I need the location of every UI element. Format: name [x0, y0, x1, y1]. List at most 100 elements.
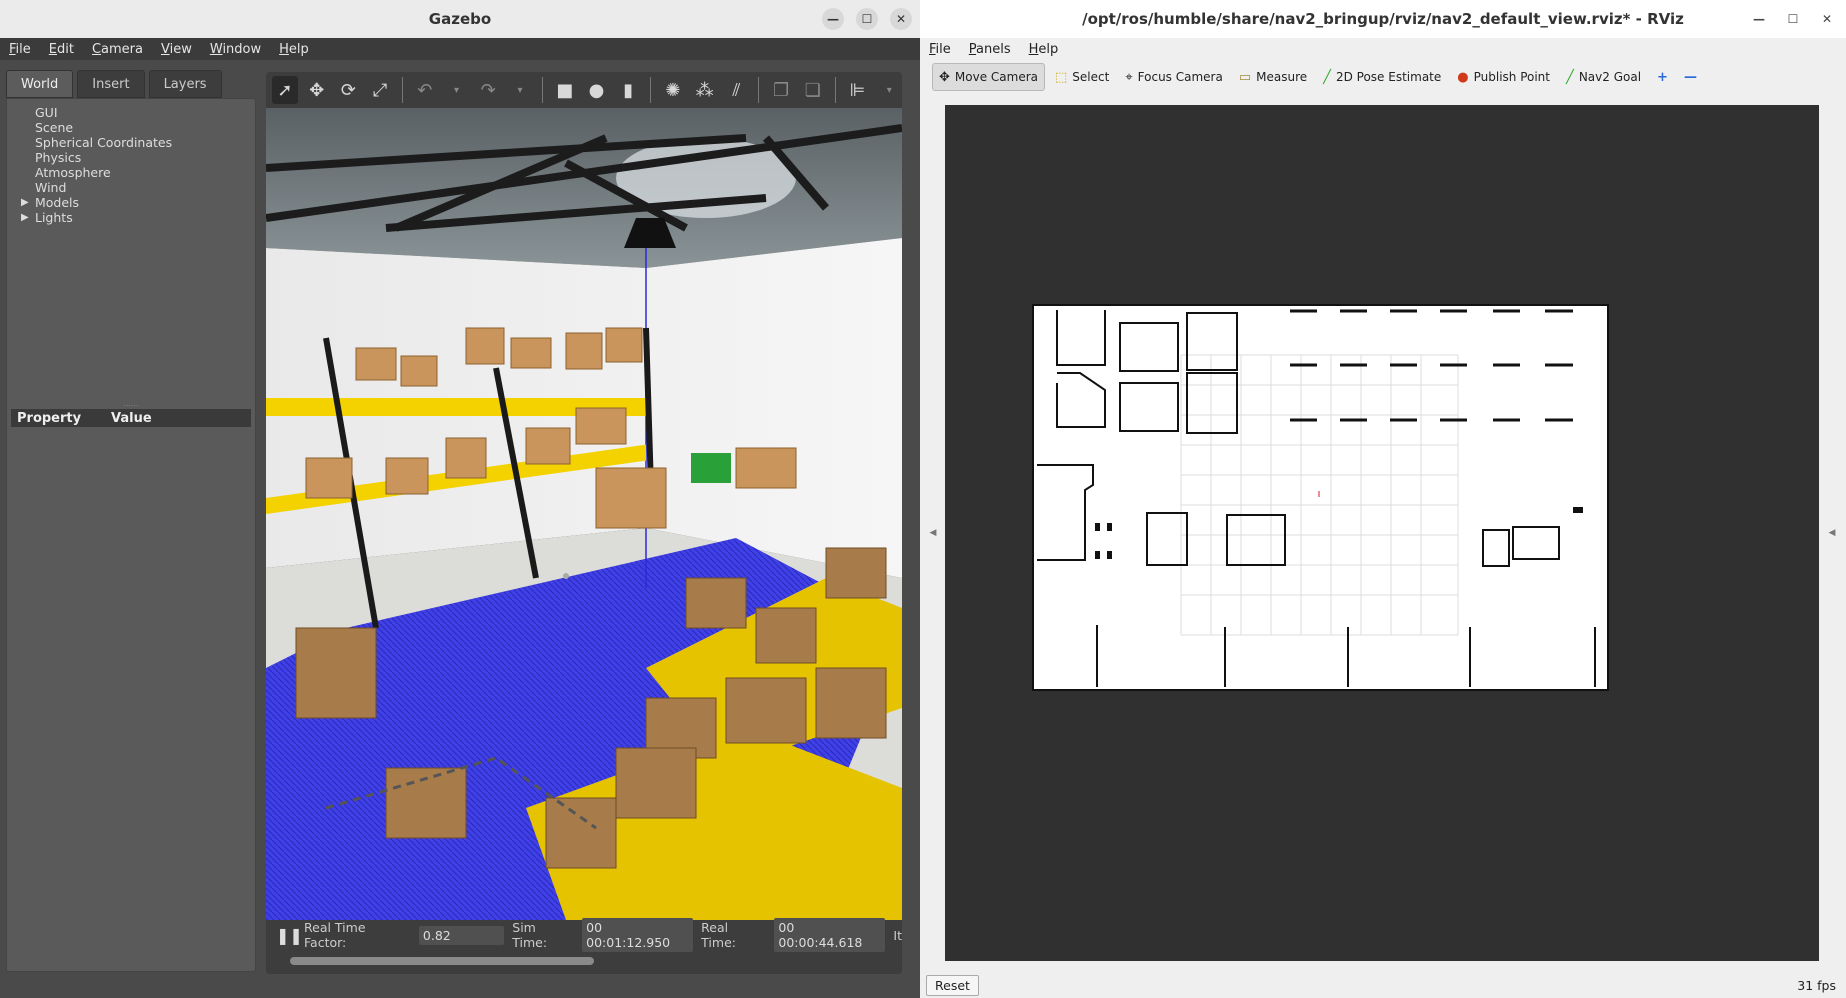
select-icon: ⬚ — [1055, 69, 1068, 85]
tool-label: Nav2 Goal — [1578, 70, 1642, 84]
menu-view[interactable]: View — [152, 42, 201, 57]
tool-measure[interactable]: ▭ Measure — [1233, 63, 1313, 91]
nav2-goal-icon: ╱ — [1566, 69, 1574, 85]
pause-icon[interactable]: ❚❚ — [276, 926, 303, 945]
tool-label: Move Camera — [954, 70, 1038, 84]
gazebo-statusbar: ❚❚ Real Time Factor: 0.82 Sim Time: 00 0… — [266, 918, 902, 974]
rtf-label: Real Time Factor: — [304, 920, 366, 950]
horizontal-scrollbar[interactable] — [290, 957, 594, 965]
gazebo-viewport-container: ➚ ✥ ⟳ ⤢ ↶ ▾ ↷ ▾ ■ ● ▮ ✺ ⁂ ⫽ ❐ ❏ ⊫ ▾ ❚❚ R… — [266, 72, 902, 974]
left-dock-toggle[interactable]: ◀ — [923, 105, 943, 961]
translate-mode-icon[interactable]: ✥ — [304, 76, 330, 104]
rviz-menubar: File Panels Help — [920, 38, 1846, 60]
sphere-shape-icon[interactable]: ● — [584, 76, 610, 104]
rviz-render-view[interactable] — [945, 105, 1819, 961]
spot-light-icon[interactable]: ⁂ — [692, 76, 718, 104]
menu-file[interactable]: File — [920, 42, 960, 57]
minimize-icon[interactable]: — — [822, 8, 844, 30]
menu-edit[interactable]: Edit — [40, 42, 83, 57]
right-dock-toggle[interactable]: ◀ — [1822, 105, 1842, 961]
property-column-header: Property — [17, 410, 82, 426]
tree-item-gui[interactable]: GUI — [35, 105, 255, 120]
tree-item-spherical-coordinates[interactable]: Spherical Coordinates — [35, 135, 255, 150]
sim-time-value: 00 00:01:12.950 — [582, 918, 694, 952]
tool-publish-point[interactable]: ● Publish Point — [1451, 63, 1556, 91]
tree-item-lights[interactable]: Lights — [21, 210, 255, 225]
add-tool-button[interactable]: + — [1651, 63, 1674, 91]
sim-time-label: Sim Time: — [512, 920, 548, 950]
gazebo-toolbar: ➚ ✥ ⟳ ⤢ ↶ ▾ ↷ ▾ ■ ● ▮ ✺ ⁂ ⫽ ❐ ❏ ⊫ ▾ — [266, 72, 902, 108]
rotate-mode-icon[interactable]: ⟳ — [336, 76, 362, 104]
minimize-icon[interactable]: — — [1748, 8, 1770, 30]
property-header: Property Value — [11, 409, 251, 427]
remove-tool-button[interactable]: — — [1678, 63, 1703, 91]
tree-item-wind[interactable]: Wind — [35, 180, 255, 195]
maximize-icon[interactable]: ☐ — [1782, 8, 1804, 30]
gazebo-title: Gazebo — [428, 10, 492, 28]
cylinder-shape-icon[interactable]: ▮ — [615, 76, 641, 104]
tool-label: Select — [1072, 70, 1110, 84]
real-time-label: Real Time: — [701, 920, 736, 950]
undo-icon[interactable]: ↶ — [412, 76, 438, 104]
point-light-icon[interactable]: ✺ — [660, 76, 686, 104]
tree-item-scene[interactable]: Scene — [35, 120, 255, 135]
menu-file[interactable]: File — [0, 42, 40, 57]
tab-insert[interactable]: Insert — [77, 70, 145, 98]
align-icon[interactable]: ⊫ — [845, 76, 871, 104]
tab-world[interactable]: World — [6, 70, 74, 98]
tool-2d-pose-estimate[interactable]: ╱ 2D Pose Estimate — [1317, 63, 1447, 91]
tab-layers[interactable]: Layers — [148, 70, 222, 98]
world-tree: GUI Scene Spherical Coordinates Physics … — [7, 99, 255, 225]
tree-item-physics[interactable]: Physics — [35, 150, 255, 165]
rviz-bottom-bar: Reset 31 fps — [920, 972, 1846, 998]
gazebo-menubar: File Edit Camera View Window Help — [0, 38, 920, 60]
maximize-icon[interactable]: ☐ — [856, 8, 878, 30]
rviz-toolbar: ✥ Move Camera ⬚ Select ⌖ Focus Camera ▭ … — [920, 60, 1846, 94]
tree-item-atmosphere[interactable]: Atmosphere — [35, 165, 255, 180]
snap-dropdown-icon[interactable]: ▾ — [876, 76, 902, 104]
move-camera-icon: ✥ — [939, 69, 950, 85]
tree-item-models[interactable]: Models — [21, 195, 255, 210]
gazebo-left-panel: World Insert Layers GUI Scene Spherical … — [6, 70, 256, 972]
select-mode-icon[interactable]: ➚ — [272, 76, 298, 104]
rviz-title: /opt/ros/humble/share/nav2_bringup/rviz/… — [1082, 10, 1684, 28]
box-shape-icon[interactable]: ■ — [552, 76, 578, 104]
splitter-handle[interactable]: ...... — [7, 399, 255, 408]
tool-select[interactable]: ⬚ Select — [1049, 63, 1115, 91]
tool-label: Publish Point — [1473, 70, 1550, 84]
fps-counter: 31 fps — [1797, 977, 1836, 993]
menu-panels[interactable]: Panels — [960, 42, 1020, 57]
iterations-label: It — [893, 927, 902, 943]
scale-mode-icon[interactable]: ⤢ — [367, 76, 393, 104]
menu-help[interactable]: Help — [1020, 42, 1068, 57]
value-column-header: Value — [111, 410, 152, 426]
undo-dropdown-icon[interactable]: ▾ — [444, 76, 470, 104]
menu-camera[interactable]: Camera — [83, 42, 152, 57]
redo-dropdown-icon[interactable]: ▾ — [507, 76, 533, 104]
world-panel: GUI Scene Spherical Coordinates Physics … — [6, 98, 256, 972]
publish-point-icon: ● — [1457, 69, 1469, 85]
close-icon[interactable]: ✕ — [1816, 8, 1838, 30]
measure-icon: ▭ — [1238, 69, 1252, 85]
menu-window[interactable]: Window — [201, 42, 270, 57]
tool-nav2-goal[interactable]: ╱ Nav2 Goal — [1560, 63, 1647, 91]
copy-icon[interactable]: ❐ — [768, 76, 794, 104]
real-time-value: 00 00:00:44.618 — [774, 918, 886, 952]
menu-help[interactable]: Help — [270, 42, 318, 57]
plus-icon: + — [1657, 69, 1668, 85]
tool-label: Measure — [1256, 70, 1308, 84]
pose-estimate-icon: ╱ — [1323, 69, 1331, 85]
redo-icon[interactable]: ↷ — [475, 76, 501, 104]
paste-icon[interactable]: ❏ — [800, 76, 826, 104]
gazebo-window: Gazebo — ☐ ✕ File Edit Camera View Windo… — [0, 0, 920, 998]
rviz-titlebar: /opt/ros/humble/share/nav2_bringup/rviz/… — [920, 0, 1846, 38]
directional-light-icon[interactable]: ⫽ — [724, 76, 750, 104]
rtf-value: 0.82 — [418, 925, 505, 945]
close-icon[interactable]: ✕ — [890, 8, 912, 30]
tool-focus-camera[interactable]: ⌖ Focus Camera — [1119, 63, 1229, 91]
tool-move-camera[interactable]: ✥ Move Camera — [932, 63, 1045, 91]
minus-icon: — — [1683, 69, 1697, 85]
gazebo-3d-scene[interactable] — [266, 108, 902, 920]
gazebo-tabs: World Insert Layers — [6, 70, 256, 98]
reset-button[interactable]: Reset — [926, 974, 979, 996]
